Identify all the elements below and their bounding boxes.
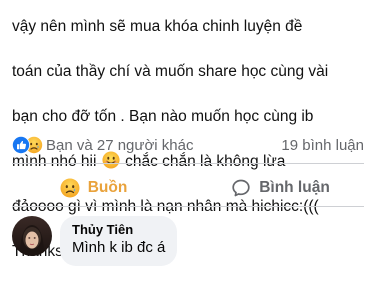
reactions-summary-text: Bạn và 27 người khác [46,136,194,154]
post-line-2: toán của thầy chí và muốn share học cùng… [12,62,329,80]
comment-label: Bình luận [259,179,330,196]
divider-top [12,163,364,164]
comment-button[interactable]: Bình luận [187,172,374,204]
avatar-photo-icon [12,216,52,256]
comments-count-link[interactable]: 19 bình luận [281,137,364,154]
like-reaction-icon [12,136,30,154]
reaction-icons [12,135,46,155]
comment-text: Mình k ib đc á [72,239,166,256]
post-actions: Buồn Bình luận [0,172,374,204]
sad-reaction-label: Buồn [87,179,128,196]
divider-bottom [12,206,364,207]
commenter-avatar[interactable] [12,216,52,256]
comment-bubble-icon [232,179,250,197]
comment-author[interactable]: Thủy Tiên [72,222,165,238]
reactions-summary-row: Bạn và 27 người khác 19 bình luận [12,133,364,157]
comment: Thủy Tiên Mình k ib đc á [12,216,178,266]
post-line-1: vậy nên mình sẽ mua khóa chinh luyện đề [12,17,303,35]
comment-bubble: Thủy Tiên Mình k ib đc á [60,216,178,266]
sad-face-icon [60,178,80,198]
sad-reaction-button[interactable]: Buồn [0,172,187,204]
post-line-3: bạn cho đỡ tốn . Bạn nào muốn học cùng i… [12,107,314,125]
reactions-summary[interactable]: Bạn và 27 người khác [12,135,193,155]
